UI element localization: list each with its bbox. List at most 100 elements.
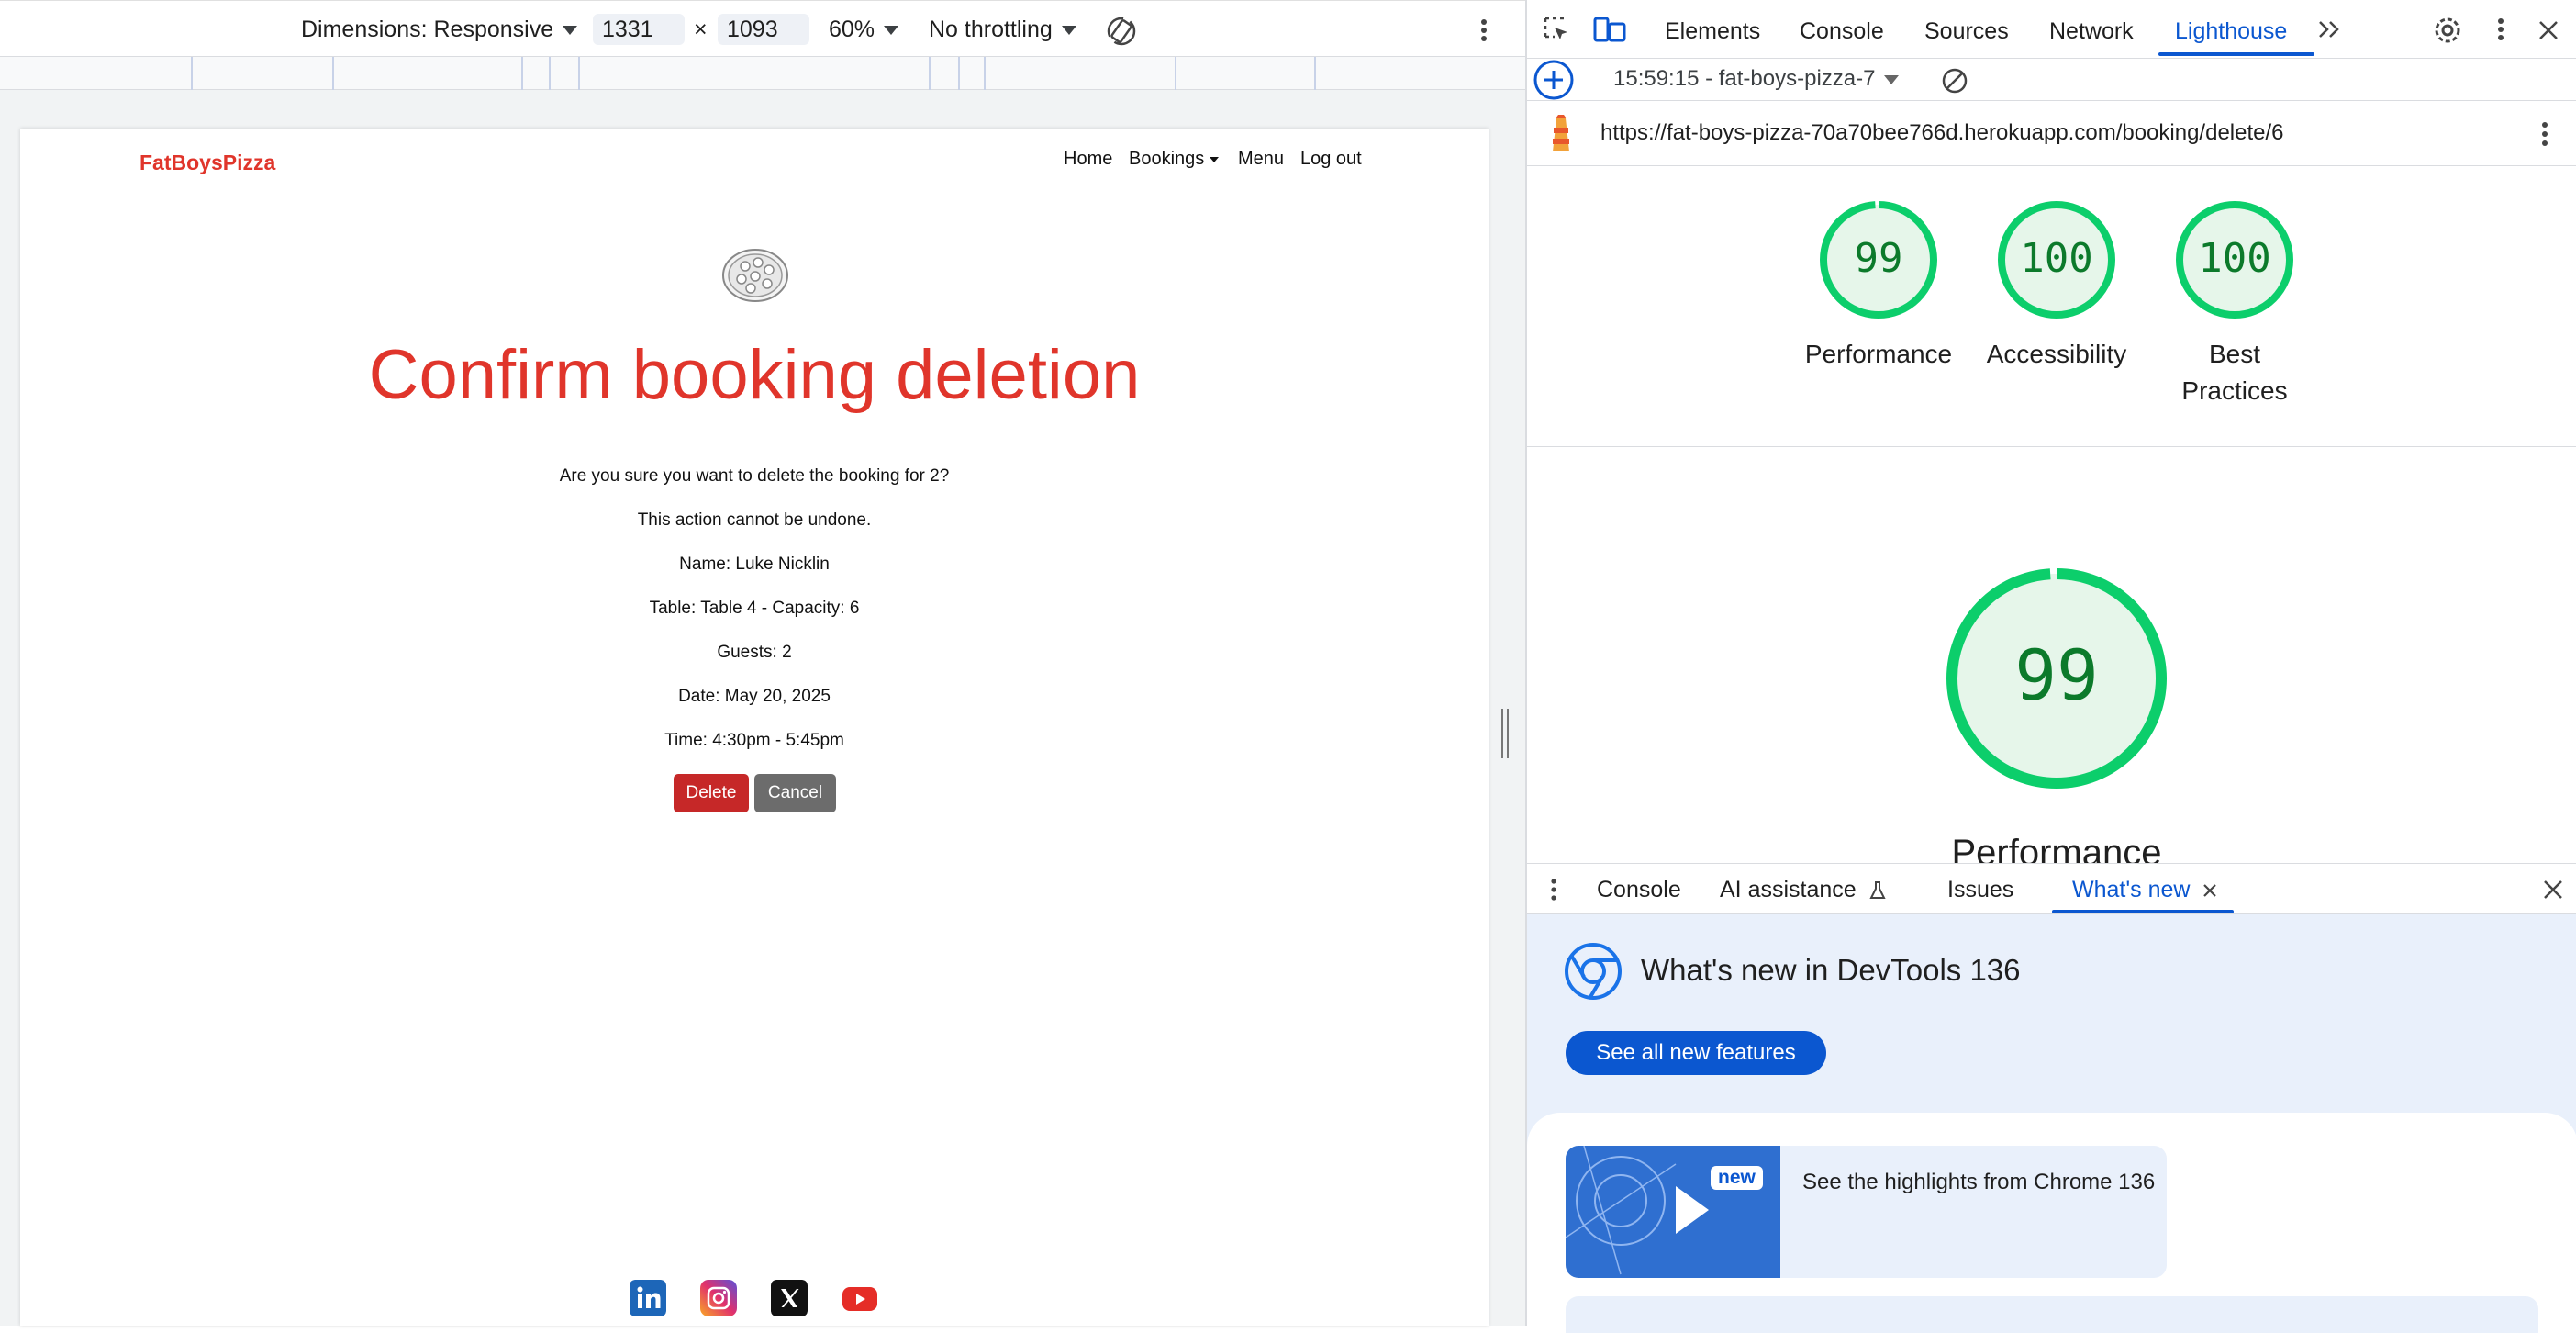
throttling-label: No throttling (929, 17, 1053, 42)
drawer-active-tab-indicator (2052, 910, 2234, 913)
nav-logout[interactable]: Log out (1300, 149, 1362, 170)
pizza-icon (722, 249, 788, 302)
tab-sources[interactable]: Sources (1924, 18, 2009, 45)
media-query-ruler[interactable] (0, 57, 1525, 90)
booking-table: Table: Table 4 - Capacity: 6 (649, 599, 860, 618)
youtube-icon[interactable] (842, 1280, 878, 1316)
chevron-down-icon (1061, 26, 1076, 36)
drawer-menu-icon[interactable] (1549, 877, 1558, 902)
pane-resize-handle[interactable] (1501, 709, 1509, 758)
booking-guests: Guests: 2 (717, 643, 792, 662)
gauge-accessibility-label: Accessibility (1986, 340, 2127, 368)
tab-console[interactable]: Console (1800, 18, 1884, 45)
width-input[interactable]: 1331 (593, 14, 685, 45)
big-performance-value: 99 (2014, 634, 2099, 716)
devtools-panel: Elements Console Sources Network Lightho… (1525, 0, 2576, 1333)
cancel-button[interactable]: Cancel (754, 774, 836, 812)
tab-network[interactable]: Network (2049, 18, 2134, 45)
gauge-accessibility-value: 100 (2020, 235, 2093, 282)
nav-bookings-label: Bookings (1129, 149, 1205, 169)
drawer-tab-ai-label: AI assistance (1720, 877, 1857, 902)
gauge-best-practices[interactable]: 100 (2175, 200, 2294, 319)
booking-name: Name: Luke Nicklin (679, 554, 830, 574)
tab-elements[interactable]: Elements (1665, 18, 1760, 45)
times-sign: × (694, 17, 708, 42)
nav-menu[interactable]: Menu (1238, 149, 1284, 170)
highlights-text: See the highlights from Chrome 136 (1802, 1170, 2156, 1194)
lighthouse-toolbar: 15:59:15 - fat-boys-pizza-7 (1527, 59, 2576, 101)
device-toolbar: Dimensions: Responsive 1331 × 1093 60% N… (0, 0, 1525, 57)
gauge-accessibility[interactable]: 100 (1997, 200, 2116, 319)
chevron-down-icon (1884, 74, 1900, 84)
performance-section: 99 Performance (1527, 447, 2576, 863)
new-badge: new (1711, 1166, 1763, 1190)
report-label: 15:59:15 - fat-boys-pizza-7 (1613, 66, 1876, 91)
drawer-tab-ai-assistance[interactable]: AI assistance (1720, 877, 1887, 903)
linkedin-icon[interactable] (630, 1280, 666, 1316)
devtools-drawer: Console AI assistance Issues What's new (1527, 863, 2576, 1333)
page-viewport: FatBoysPizza Home Bookings Menu Log out … (20, 129, 1489, 1326)
throttling-dropdown[interactable]: No throttling (929, 17, 1076, 43)
device-emulation-pane: Dimensions: Responsive 1331 × 1093 60% N… (0, 0, 1525, 1326)
device-toolbar-icon[interactable] (1593, 15, 1626, 44)
close-tab-icon[interactable] (2202, 882, 2218, 899)
new-report-icon[interactable] (1533, 59, 1575, 101)
x-twitter-icon[interactable] (771, 1280, 808, 1316)
dimensions-label: Dimensions: Responsive (301, 17, 554, 42)
chevron-down-icon (1210, 156, 1220, 162)
highlights-card[interactable]: new See the highlights from Chrome 136 (1566, 1146, 2167, 1278)
play-icon (1676, 1186, 1709, 1234)
devtools-tabbar: Elements Console Sources Network Lightho… (1527, 0, 2576, 59)
big-performance-label: Performance (1951, 833, 2162, 863)
zoom-dropdown[interactable]: 60% (829, 17, 899, 43)
drawer-tab-whats-new-label: What's new (2072, 877, 2191, 902)
chrome-devtools-logo-icon (1565, 943, 1622, 1000)
drawer-tabbar: Console AI assistance Issues What's new (1527, 863, 2576, 914)
height-input[interactable]: 1093 (718, 14, 809, 45)
page-title: Confirm booking deletion (368, 336, 1141, 414)
chevron-down-icon (563, 26, 578, 36)
gauge-best-practices-value: 100 (2198, 235, 2271, 282)
more-tabs-icon[interactable] (2316, 18, 2344, 40)
report-url-bar: https://fat-boys-pizza-70a70bee766d.hero… (1527, 102, 2576, 166)
gauge-performance-value: 99 (1854, 235, 1903, 282)
tab-lighthouse[interactable]: Lighthouse (2175, 18, 2287, 45)
nav-bookings[interactable]: Bookings (1129, 149, 1220, 170)
next-card (1566, 1296, 2538, 1333)
zoom-label: 60% (829, 17, 875, 42)
whats-new-content: new See the highlights from Chrome 136 (1527, 1113, 2576, 1333)
site-brand[interactable]: FatBoysPizza (139, 151, 275, 175)
rotate-icon[interactable] (1104, 14, 1139, 49)
whats-new-title: What's new in DevTools 136 (1641, 953, 2021, 987)
chevron-down-icon (884, 26, 899, 36)
more-options-icon[interactable] (1478, 17, 1490, 43)
report-selector[interactable]: 15:59:15 - fat-boys-pizza-7 (1613, 66, 1900, 92)
delete-question: Are you sure you want to delete the book… (559, 466, 950, 486)
more-options-icon[interactable] (2538, 120, 2551, 148)
more-options-icon[interactable] (2494, 17, 2507, 42)
whats-new-panel: What's new in DevTools 136 See all new f… (1527, 914, 2576, 1333)
lighthouse-logo-icon (1553, 115, 1569, 151)
booking-time: Time: 4:30pm - 5:45pm (664, 731, 844, 750)
nav-home[interactable]: Home (1064, 149, 1112, 170)
close-devtools-icon[interactable] (2537, 18, 2560, 42)
active-tab-indicator (2158, 52, 2314, 56)
flask-icon (1869, 881, 1886, 900)
drawer-tab-whats-new[interactable]: What's new (2072, 877, 2218, 903)
drawer-tab-console[interactable]: Console (1597, 877, 1681, 903)
video-thumbnail[interactable]: new (1566, 1146, 1780, 1278)
gauge-performance-label: Performance (1804, 340, 1953, 368)
report-url[interactable]: https://fat-boys-pizza-70a70bee766d.hero… (1600, 120, 2284, 146)
drawer-tab-issues[interactable]: Issues (1947, 877, 2013, 903)
delete-button[interactable]: Delete (674, 774, 749, 812)
inspect-element-icon[interactable] (1542, 15, 1571, 44)
clear-reports-icon[interactable] (1940, 66, 1969, 95)
gauge-performance[interactable]: 99 (1819, 200, 1938, 319)
gauge-best-practices-label: Best Practices (2181, 340, 2288, 405)
see-all-features-button[interactable]: See all new features (1566, 1031, 1826, 1075)
close-drawer-icon[interactable] (2542, 879, 2564, 901)
instagram-icon[interactable] (700, 1280, 737, 1316)
dimensions-dropdown[interactable]: Dimensions: Responsive (301, 17, 578, 43)
settings-gear-icon[interactable] (2432, 15, 2463, 46)
undone-warning: This action cannot be undone. (637, 510, 872, 530)
